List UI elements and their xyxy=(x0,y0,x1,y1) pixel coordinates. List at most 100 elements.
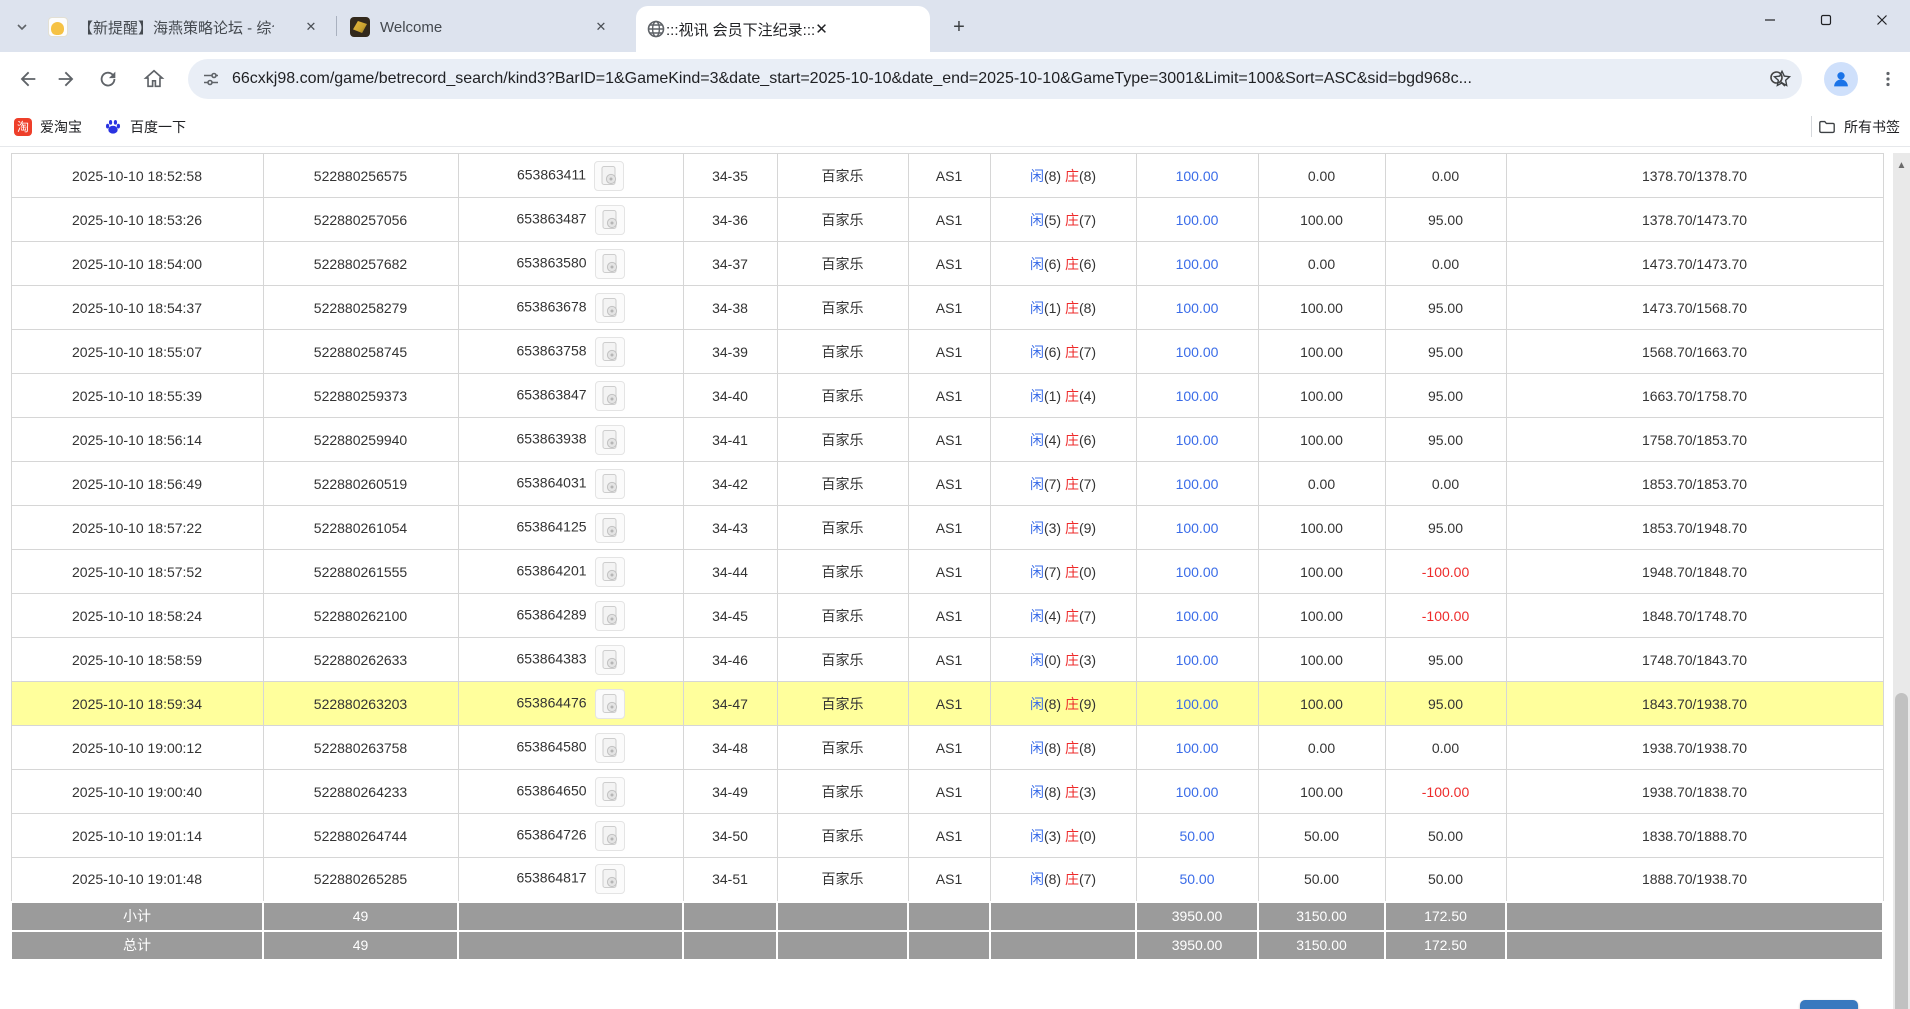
home-icon[interactable] xyxy=(140,65,168,93)
tab-forum[interactable]: 【新提醒】海燕策略论坛 - 综合 ✕ xyxy=(38,8,332,46)
round-id-text: 653864580 xyxy=(516,738,586,754)
forward-icon[interactable] xyxy=(52,65,80,93)
cell-balance: 1663.70/1758.70 xyxy=(1506,374,1883,418)
table-row[interactable]: 2025-10-10 18:54:37522880258279653863678… xyxy=(11,286,1883,330)
record-detail-icon[interactable] xyxy=(595,337,625,367)
tab-close-icon[interactable]: ✕ xyxy=(590,16,612,38)
table-row[interactable]: 2025-10-10 19:01:14522880264744653864726… xyxy=(11,814,1883,858)
folder-icon xyxy=(1818,118,1836,136)
cell-time: 2025-10-10 18:55:07 xyxy=(11,330,263,374)
cell-bet-id: 522880257682 xyxy=(263,242,458,286)
banker-label: 庄 xyxy=(1065,871,1079,887)
tab-search-chevron-icon[interactable] xyxy=(8,13,36,41)
reload-icon[interactable] xyxy=(94,65,122,93)
tab-close-icon[interactable]: ✕ xyxy=(300,16,322,38)
table-row[interactable]: 2025-10-10 18:58:59522880262633653864383… xyxy=(11,638,1883,682)
record-detail-icon[interactable] xyxy=(595,601,625,631)
cell-detail: 闲(7) 庄(0) xyxy=(990,550,1136,594)
table-row[interactable]: 2025-10-10 18:57:52522880261555653864201… xyxy=(11,550,1883,594)
table-row[interactable]: 2025-10-10 18:57:22522880261054653864125… xyxy=(11,506,1883,550)
window-maximize-button[interactable] xyxy=(1798,0,1854,40)
cell-account: AS1 xyxy=(908,814,990,858)
cell-bet-amount: 50.00 xyxy=(1136,814,1258,858)
cell-result: 0.00 xyxy=(1385,726,1506,770)
record-detail-icon[interactable] xyxy=(595,645,625,675)
table-row[interactable]: 2025-10-10 19:00:12522880263758653864580… xyxy=(11,726,1883,770)
cell-result: 50.00 xyxy=(1385,814,1506,858)
player-label: 闲 xyxy=(1030,696,1044,712)
cell-account: AS1 xyxy=(908,154,990,198)
round-id-text: 653863758 xyxy=(516,342,586,358)
tab-bet-record-active[interactable]: :::视讯 会员下注纪录::: ✕ xyxy=(636,6,930,52)
record-detail-icon[interactable] xyxy=(595,513,625,543)
cell-account: AS1 xyxy=(908,198,990,242)
window-close-button[interactable] xyxy=(1854,0,1910,40)
record-detail-icon[interactable] xyxy=(594,161,624,191)
bookmark-star-icon[interactable] xyxy=(1768,65,1796,93)
bookmark-aitaobao[interactable]: 淘 爱淘宝 xyxy=(6,113,90,140)
record-detail-icon[interactable] xyxy=(595,733,625,763)
cell-round-no: 34-40 xyxy=(683,374,777,418)
table-row[interactable]: 2025-10-10 18:54:00522880257682653863580… xyxy=(11,242,1883,286)
table-row[interactable]: 2025-10-10 18:59:34522880263203653864476… xyxy=(11,682,1883,726)
table-row[interactable]: 2025-10-10 18:55:39522880259373653863847… xyxy=(11,374,1883,418)
all-bookmarks-button[interactable]: 所有书签 xyxy=(1818,113,1900,140)
cell-result: 50.00 xyxy=(1385,858,1506,902)
record-detail-icon[interactable] xyxy=(595,821,625,851)
table-row[interactable]: 2025-10-10 18:52:58522880256575653863411… xyxy=(11,154,1883,198)
record-detail-icon[interactable] xyxy=(595,425,625,455)
round-id-text: 653864383 xyxy=(516,650,586,666)
cell-bet-amount: 50.00 xyxy=(1136,858,1258,902)
record-detail-icon[interactable] xyxy=(595,469,625,499)
record-detail-icon[interactable] xyxy=(595,689,625,719)
bookmark-baidu[interactable]: 百度一下 xyxy=(96,113,194,140)
tab-welcome[interactable]: Welcome ✕ xyxy=(340,8,622,46)
summary-cell: 49 xyxy=(263,931,458,960)
cell-result: -100.00 xyxy=(1385,770,1506,814)
table-row[interactable]: 2025-10-10 18:58:24522880262100653864289… xyxy=(11,594,1883,638)
round-id-text: 653864031 xyxy=(516,474,586,490)
record-detail-icon[interactable] xyxy=(595,864,625,894)
banker-label: 庄 xyxy=(1065,828,1079,844)
scroll-up-arrow-icon[interactable]: ▲ xyxy=(1893,157,1910,173)
table-row[interactable]: 2025-10-10 19:01:48522880265285653864817… xyxy=(11,858,1883,902)
table-row[interactable]: 2025-10-10 19:00:40522880264233653864650… xyxy=(11,770,1883,814)
cell-balance: 1378.70/1473.70 xyxy=(1506,198,1883,242)
record-detail-icon[interactable] xyxy=(595,293,625,323)
page-scrollbar[interactable]: ▲ xyxy=(1893,153,1910,1009)
site-info-tune-icon[interactable] xyxy=(202,70,220,88)
bet-record-page: 2025-10-10 18:52:58522880256575653863411… xyxy=(0,153,1910,1009)
cell-detail: 闲(0) 庄(3) xyxy=(990,638,1136,682)
back-icon[interactable] xyxy=(14,65,42,93)
table-row[interactable]: 2025-10-10 18:55:07522880258745653863758… xyxy=(11,330,1883,374)
scrollbar-thumb[interactable] xyxy=(1895,693,1908,1009)
banker-label: 庄 xyxy=(1065,564,1079,580)
record-detail-icon[interactable] xyxy=(595,249,625,279)
window-minimize-button[interactable] xyxy=(1742,0,1798,40)
record-detail-icon[interactable] xyxy=(595,777,625,807)
banker-label: 庄 xyxy=(1065,652,1079,668)
record-detail-icon[interactable] xyxy=(595,557,625,587)
table-row[interactable]: 2025-10-10 18:56:14522880259940653863938… xyxy=(11,418,1883,462)
address-bar[interactable]: 66cxkj98.com/game/betrecord_search/kind3… xyxy=(188,59,1802,99)
record-detail-icon[interactable] xyxy=(595,205,625,235)
cell-valid-amount: 100.00 xyxy=(1258,550,1385,594)
url-text[interactable]: 66cxkj98.com/game/betrecord_search/kind3… xyxy=(232,70,1758,88)
browser-menu-kebab-icon[interactable] xyxy=(1874,65,1902,93)
tab-close-icon[interactable]: ✕ xyxy=(815,20,828,38)
cell-result: 95.00 xyxy=(1385,638,1506,682)
record-detail-icon[interactable] xyxy=(595,381,625,411)
table-row[interactable]: 2025-10-10 18:53:26522880257056653863487… xyxy=(11,198,1883,242)
cell-round-id: 653863758 xyxy=(458,330,683,374)
floating-action-button[interactable] xyxy=(1800,1000,1858,1009)
cell-game: 百家乐 xyxy=(777,462,908,506)
summary-cell xyxy=(990,931,1136,960)
new-tab-button[interactable]: + xyxy=(946,14,972,40)
cell-detail: 闲(8) 庄(9) xyxy=(990,682,1136,726)
round-id-text: 653863938 xyxy=(516,430,586,446)
summary-cell xyxy=(908,931,990,960)
cell-detail: 闲(3) 庄(0) xyxy=(990,814,1136,858)
profile-avatar[interactable] xyxy=(1824,62,1858,96)
cell-result: 95.00 xyxy=(1385,418,1506,462)
table-row[interactable]: 2025-10-10 18:56:49522880260519653864031… xyxy=(11,462,1883,506)
